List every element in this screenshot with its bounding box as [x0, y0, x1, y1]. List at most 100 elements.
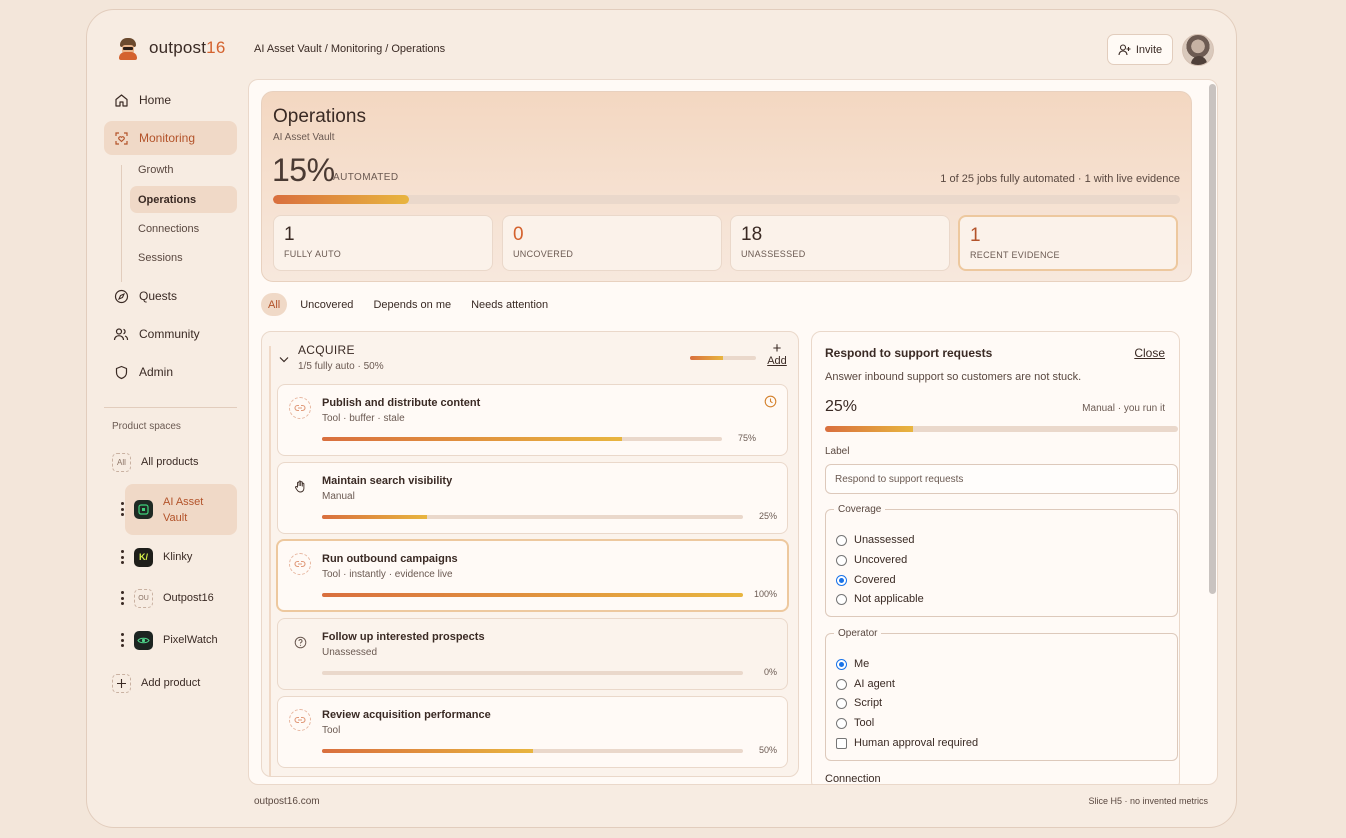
nav-community[interactable]: Community [104, 317, 237, 351]
option-label: Uncovered [854, 554, 908, 566]
add-user-icon [1118, 43, 1131, 55]
outpost16-icon: OU [134, 588, 153, 608]
radio-circle [836, 534, 847, 546]
stat-unassessed[interactable]: 18 UNASSESSED [730, 215, 950, 271]
job-progress-fill [322, 749, 533, 753]
job-progress-bar [322, 515, 743, 519]
operator-ai-agent-radio[interactable]: AI agent [836, 678, 895, 690]
detail-progress-bar [825, 426, 1178, 432]
job-progress-bar [322, 749, 743, 753]
job-card[interactable]: Publish and distribute content Tool · bu… [277, 384, 788, 456]
stat-label: FULLY AUTO [284, 249, 342, 259]
app-frame: outpost16 AI Asset Vault / Monitoring / … [86, 9, 1237, 828]
product-menu-handle[interactable] [120, 633, 124, 647]
subnav-growth[interactable]: Growth [130, 156, 237, 183]
add-product-label: Add product [141, 677, 201, 689]
coverage-uncovered-radio[interactable]: Uncovered [836, 554, 907, 566]
add-product-button[interactable]: Add product [112, 666, 200, 700]
radio-circle [836, 678, 847, 690]
job-card[interactable]: Follow up interested prospects Unassesse… [277, 618, 788, 690]
nav-monitoring[interactable]: Monitoring [104, 121, 237, 155]
job-progress-bar [322, 593, 743, 597]
detail-progress-fill [825, 426, 914, 432]
stat-fully-auto[interactable]: 1 FULLY AUTO [273, 215, 493, 271]
stat-uncovered[interactable]: 0 UNCOVERED [502, 215, 722, 271]
option-label: Human approval required [854, 737, 979, 749]
chevron-down-icon[interactable] [279, 352, 289, 366]
compass-icon [113, 288, 129, 304]
radio-circle [836, 717, 847, 729]
option-label: Covered [854, 574, 896, 586]
radio-circle [836, 697, 847, 709]
coverage-not-applicable-radio[interactable]: Not applicable [836, 593, 924, 605]
option-label: Script [854, 697, 883, 709]
product-pixelwatch[interactable]: PixelWatch [134, 623, 218, 657]
label-input[interactable] [825, 464, 1178, 494]
coverage-covered-radio[interactable]: Covered [836, 574, 896, 586]
human-approval-checkbox[interactable]: Human approval required [836, 737, 978, 749]
footer-domain: outpost16.com [254, 796, 320, 807]
checkbox-box [836, 737, 847, 749]
link-icon [289, 553, 311, 575]
filter-needs-attention[interactable]: Needs attention [464, 293, 555, 316]
stage-meta: 1/5 fully auto · 50% [298, 361, 384, 372]
filter-uncovered[interactable]: Uncovered [293, 293, 360, 316]
product-menu-handle[interactable] [120, 591, 124, 605]
radio-circle [836, 554, 847, 566]
radio-circle [836, 593, 847, 605]
label-caption: Label [825, 446, 850, 457]
operator-group: Operator Me AI agent Script Tool Human a… [825, 628, 1178, 761]
stat-label: RECENT EVIDENCE [970, 250, 1060, 260]
plus-icon [112, 673, 131, 693]
operator-tool-radio[interactable]: Tool [836, 717, 874, 729]
product-all[interactable]: All All products [112, 445, 198, 479]
nav-admin[interactable]: Admin [104, 355, 237, 389]
product-klinky[interactable]: K/ Klinky [134, 540, 192, 574]
automated-label: AUTOMATED [333, 172, 399, 183]
stat-recent-evidence[interactable]: 1 RECENT EVIDENCE [958, 215, 1178, 271]
product-menu-handle[interactable] [120, 502, 124, 516]
product-ai-asset-vault[interactable]: AI Asset Vault [125, 484, 237, 535]
subnav-sessions[interactable]: Sessions [130, 244, 237, 271]
product-menu-handle[interactable] [120, 550, 124, 564]
subnav-operations[interactable]: Operations [130, 186, 237, 213]
outpost-mascot-icon [116, 36, 140, 60]
user-avatar[interactable] [1182, 34, 1214, 66]
filter-depends-on-me[interactable]: Depends on me [366, 293, 458, 316]
close-button[interactable]: Close [1134, 346, 1165, 360]
detail-title: Respond to support requests [825, 346, 993, 360]
option-label: Tool [854, 717, 875, 729]
add-job-button[interactable]: + Add [765, 340, 789, 367]
invite-button[interactable]: Invite [1107, 34, 1173, 65]
job-percent: 75% [737, 433, 756, 443]
job-progress-fill [322, 593, 743, 597]
job-progress-bar [322, 437, 722, 441]
job-title: Maintain search visibility [322, 475, 453, 487]
app-logo[interactable]: outpost16 [116, 36, 225, 60]
link-icon [289, 709, 311, 731]
plus-icon: + [772, 340, 782, 357]
main-scrollbar[interactable] [1209, 84, 1216, 594]
stage-progress-fill [690, 356, 723, 360]
product-label: PixelWatch [163, 634, 218, 646]
operator-me-radio[interactable]: Me [836, 658, 869, 670]
filter-all[interactable]: All [261, 293, 288, 316]
option-label: Not applicable [854, 593, 924, 605]
coverage-unassessed-radio[interactable]: Unassessed [836, 534, 915, 546]
stat-value: 1 [284, 224, 295, 245]
eye-icon [134, 630, 153, 650]
nav-home[interactable]: Home [104, 83, 237, 117]
job-card[interactable]: Review acquisition performance Tool 50% [277, 696, 788, 768]
job-card-selected[interactable]: Run outbound campaigns Tool · instantly … [276, 539, 789, 612]
operator-script-radio[interactable]: Script [836, 697, 882, 709]
coverage-legend: Coverage [838, 504, 882, 515]
product-outpost16[interactable]: OU Outpost16 [134, 581, 214, 615]
job-card[interactable]: Maintain search visibility Manual 25% [277, 462, 788, 534]
stage-name: ACQUIRE [298, 343, 355, 357]
nav-quests[interactable]: Quests [104, 279, 237, 313]
job-progress-fill [322, 437, 622, 441]
product-label: Outpost16 [163, 592, 214, 604]
stat-label: UNASSESSED [741, 249, 806, 259]
job-subtitle: Unassessed [322, 647, 378, 658]
subnav-connections[interactable]: Connections [130, 215, 237, 242]
